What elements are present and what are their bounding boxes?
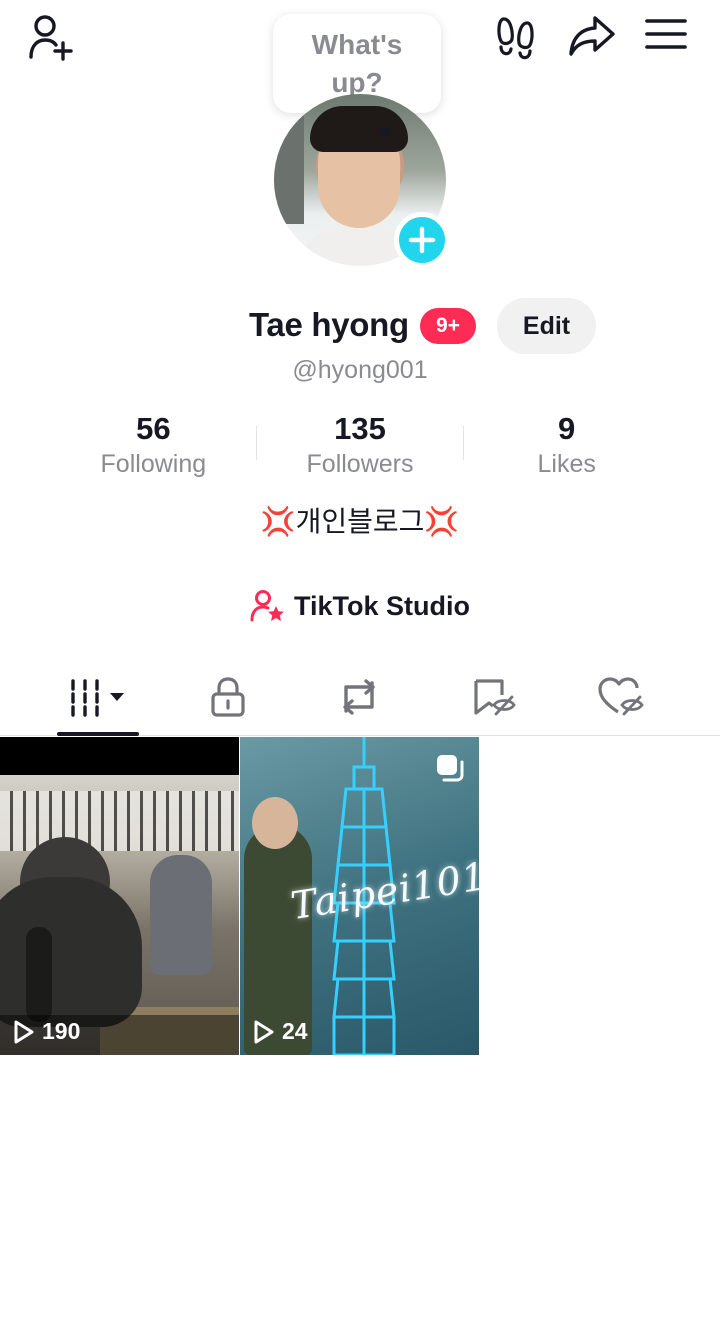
stat-likes[interactable]: 9 Likes [463, 410, 670, 482]
display-name: Tae hyong [249, 306, 409, 343]
video-grid: 190 Taipei101 24 [0, 737, 720, 1057]
studio-label: TikTok Studio [293, 590, 470, 621]
edit-profile-button[interactable]: Edit [497, 298, 596, 354]
bio-text: 개인블로그 [295, 506, 425, 537]
tab-favorites[interactable] [444, 660, 544, 734]
tab-active-indicator [57, 732, 139, 736]
anger-emoji: 💢 [260, 506, 296, 537]
tab-liked[interactable] [572, 660, 672, 734]
multi-photo-icon [437, 755, 464, 782]
person-plus-icon [29, 15, 73, 61]
video-thumbnail[interactable]: Taipei101 24 [240, 737, 479, 1055]
add-friend-button[interactable] [24, 12, 80, 62]
add-story-button[interactable] [394, 212, 450, 268]
view-count: 190 [12, 1018, 80, 1045]
play-icon [254, 1020, 274, 1043]
plus-icon [408, 226, 436, 254]
tab-videos[interactable] [48, 660, 148, 734]
tiktok-studio-link[interactable]: TikTok Studio [0, 586, 720, 626]
stat-value: 56 [136, 411, 171, 446]
tab-reposts[interactable] [309, 660, 409, 734]
profile-views-button[interactable] [492, 14, 540, 62]
grid-videos-icon [71, 679, 124, 717]
view-count-value: 190 [42, 1018, 81, 1044]
stat-followers[interactable]: 135 Followers [257, 410, 464, 482]
hamburger-menu-icon [645, 19, 687, 49]
stat-divider [463, 426, 464, 460]
repost-icon [343, 679, 375, 715]
stat-label: Followers [306, 450, 414, 478]
stat-divider [256, 426, 257, 460]
stat-value: 135 [334, 411, 386, 446]
video-thumbnail[interactable]: 190 [0, 737, 239, 1055]
menu-button[interactable] [642, 14, 690, 54]
notification-badge[interactable]: 9+ [420, 308, 476, 344]
stat-label: Following [100, 450, 207, 478]
heart-hidden-icon [598, 677, 644, 716]
share-profile-button[interactable] [566, 12, 618, 60]
stat-following[interactable]: 56 Following [50, 410, 257, 482]
user-handle: @hyong001 [292, 356, 428, 384]
view-count-value: 24 [282, 1018, 308, 1044]
bubble-dot [380, 127, 390, 137]
lock-icon [211, 677, 245, 717]
bio[interactable]: 💢개인블로그💢 [0, 500, 720, 540]
stat-label: Likes [537, 450, 596, 478]
footprints-icon [497, 17, 534, 60]
stat-value: 9 [558, 411, 576, 446]
bookmark-hidden-icon [474, 679, 516, 716]
share-arrow-icon [569, 16, 615, 56]
tab-private[interactable] [178, 660, 278, 734]
name-row: Tae hyong 9+ Edit [0, 298, 720, 358]
stats-row: 56 Following 135 Followers 9 Likes [50, 410, 670, 482]
view-count: 24 [252, 1018, 308, 1045]
profile-tabs [0, 660, 720, 736]
anger-emoji: 💢 [424, 506, 460, 537]
person-star-icon [250, 590, 284, 622]
play-icon [14, 1020, 34, 1043]
status-bubble-line1: What's [311, 28, 403, 60]
